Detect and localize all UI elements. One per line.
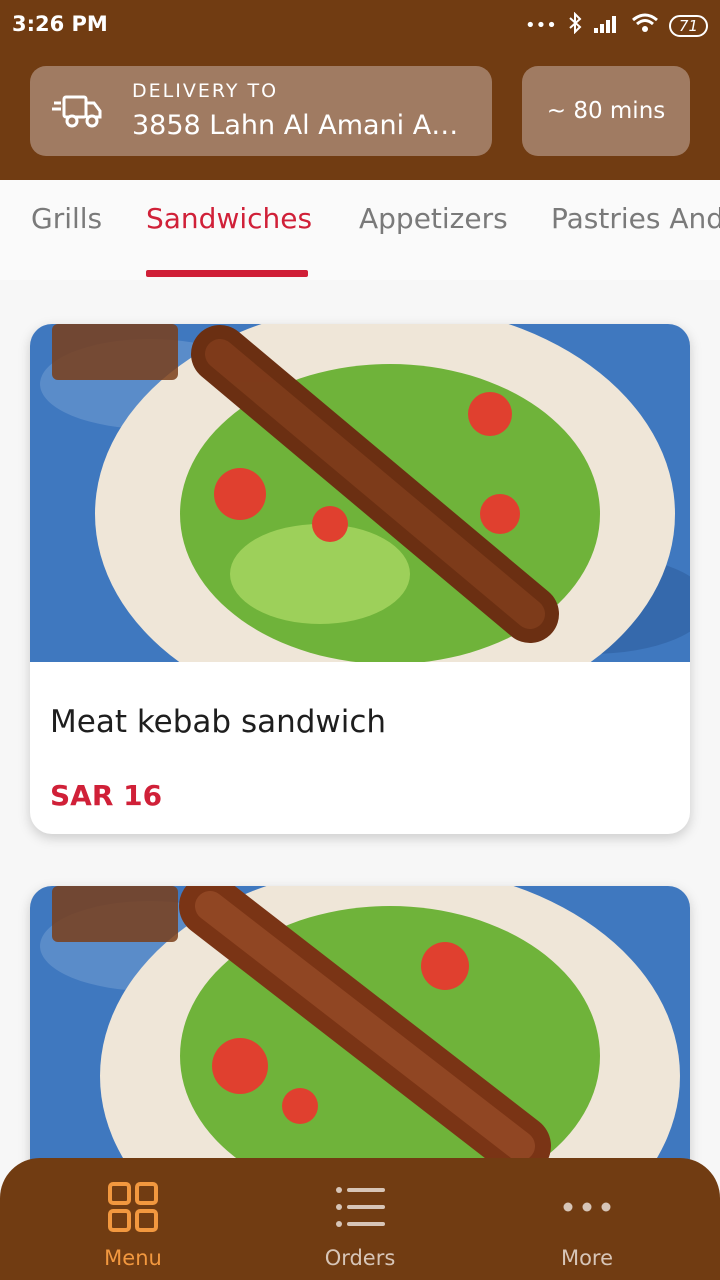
delivery-address: 3858 Lahn Al Amani AR... [132,110,472,141]
food-image [30,886,690,1186]
tab-appetizers[interactable]: Appetizers [359,202,508,235]
nav-orders-label: Orders [324,1246,396,1270]
tab-sandwiches[interactable]: Sandwiches [146,202,312,235]
nav-more[interactable]: More [467,1158,707,1280]
nav-more-label: More [560,1246,614,1270]
nav-menu[interactable]: Menu [13,1158,253,1280]
nav-menu-label: Menu [104,1246,162,1270]
battery-indicator: 71 [668,14,708,37]
restaurant-logo [52,886,178,942]
active-tab-indicator [146,270,308,277]
delivery-eta: ~ 80 mins [522,66,690,156]
more-dots-icon [563,1202,611,1212]
header: DELIVERY TO 3858 Lahn Al Amani AR... ~ 8… [0,52,720,180]
category-tabs: Grills Sandwiches Appetizers Pastries An… [0,180,720,280]
more-notifications-icon: ••• [525,15,557,36]
item-price: SAR 16 [50,779,163,812]
menu-item-card[interactable] [30,886,690,1186]
bluetooth-icon [567,11,583,39]
delivery-address-selector[interactable]: DELIVERY TO 3858 Lahn Al Amani AR... [30,66,492,156]
delivery-label: DELIVERY TO [132,80,279,102]
menu-item-card[interactable]: Meat kebab sandwich SAR 16 [30,324,690,834]
food-image [30,324,690,662]
list-icon [336,1187,385,1227]
signal-icon [593,12,621,39]
restaurant-logo [52,324,178,380]
status-time: 3:26 PM [12,12,108,36]
delivery-truck-icon [52,95,102,128]
nav-orders[interactable]: Orders [240,1158,480,1280]
status-bar: 3:26 PM ••• 71 [0,0,720,52]
grid-icon [108,1182,158,1232]
tab-pastries[interactable]: Pastries And [551,202,720,235]
tab-grills[interactable]: Grills [31,202,102,235]
item-name: Meat kebab sandwich [50,704,387,740]
status-icons: ••• 71 [525,11,708,39]
bottom-nav: Menu Orders More [0,1158,720,1280]
wifi-icon [631,12,659,39]
